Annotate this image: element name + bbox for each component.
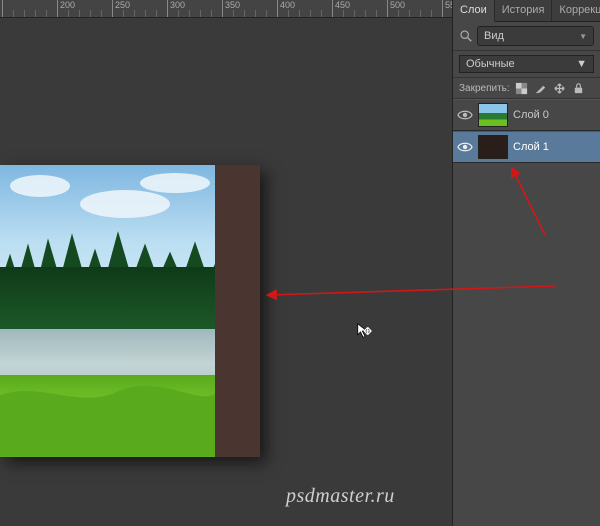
cloud-shape: [10, 175, 70, 197]
layer-row[interactable]: Слой 0: [453, 99, 600, 131]
ruler-subtick: [365, 10, 366, 18]
ruler-tick: 550: [442, 0, 452, 18]
layer-row[interactable]: Слой 1: [453, 131, 600, 163]
ruler-tick: 400: [277, 0, 295, 18]
chevron-down-icon: ▼: [576, 58, 587, 70]
ruler-horizontal: 200250300350400450500550600: [0, 0, 452, 18]
ruler-subtick: [24, 10, 25, 18]
ruler-subtick: [343, 10, 344, 18]
blend-mode-value: Обычные: [466, 58, 515, 70]
ruler-subtick: [134, 10, 135, 18]
ruler-subtick: [310, 10, 311, 18]
ruler-subtick: [68, 10, 69, 18]
ruler-subtick: [266, 10, 267, 18]
blend-mode-row: Обычные ▼: [453, 51, 600, 78]
layer-name: Слой 1: [513, 141, 549, 153]
layer-filter-row: Вид ▼: [453, 22, 600, 51]
tab-layers[interactable]: Слои: [453, 0, 495, 22]
visibility-eye-icon[interactable]: [457, 107, 473, 123]
cloud-shape: [140, 173, 210, 193]
ruler-subtick: [321, 10, 322, 18]
ruler-tick: 350: [222, 0, 240, 18]
ruler-subtick: [178, 10, 179, 18]
lock-transparent-icon[interactable]: [515, 81, 529, 95]
ruler-subtick: [101, 10, 102, 18]
lock-brush-icon[interactable]: [534, 81, 548, 95]
ruler-subtick: [244, 10, 245, 18]
ruler-subtick: [409, 10, 410, 18]
ruler-subtick: [376, 10, 377, 18]
layer-thumbnail[interactable]: [478, 135, 508, 159]
ruler-subtick: [233, 10, 234, 18]
ruler-subtick: [46, 10, 47, 18]
layers-list: Слой 0 Слой 1: [453, 99, 600, 163]
search-icon: [459, 29, 473, 43]
move-cursor-icon: [356, 322, 374, 340]
tab-adjustments[interactable]: Коррекция: [552, 0, 600, 21]
canvas-workspace: 200250300350400450500550600: [0, 0, 452, 526]
layer-filter-dropdown[interactable]: Вид ▼: [477, 26, 594, 46]
layer-thumbnail[interactable]: [478, 103, 508, 127]
visibility-eye-icon[interactable]: [457, 139, 473, 155]
ruler-tick: 300: [167, 0, 185, 18]
lock-label: Закрепить:: [459, 83, 510, 94]
canvas-image-layer[interactable]: [0, 165, 215, 457]
ruler-subtick: [398, 10, 399, 18]
watermark-text: psdmaster.ru: [286, 485, 395, 508]
grass-region: [0, 375, 215, 457]
layer-filter-label: Вид: [484, 30, 504, 42]
ruler-subtick: [431, 10, 432, 18]
ruler-subtick: [156, 10, 157, 18]
lock-move-icon[interactable]: [553, 81, 567, 95]
ruler-subtick: [255, 10, 256, 18]
ruler-subtick: [123, 10, 124, 18]
ruler-subtick: [145, 10, 146, 18]
chevron-down-icon: ▼: [579, 32, 587, 41]
layer-name: Слой 0: [513, 109, 549, 121]
ruler-subtick: [79, 10, 80, 18]
blend-mode-dropdown[interactable]: Обычные ▼: [459, 55, 594, 73]
ruler-tick: 200: [57, 0, 75, 18]
ruler-tick: 500: [387, 0, 405, 18]
cloud-shape: [80, 190, 170, 218]
panel-tabs: Слои История Коррекция: [453, 0, 600, 22]
ruler-subtick: [420, 10, 421, 18]
ruler-subtick: [288, 10, 289, 18]
ruler-subtick: [299, 10, 300, 18]
ruler-subtick: [35, 10, 36, 18]
ruler-subtick: [189, 10, 190, 18]
ruler-tick: 250: [112, 0, 130, 18]
lock-all-icon[interactable]: [572, 81, 586, 95]
ruler-tick: [2, 0, 5, 18]
ruler-tick: 450: [332, 0, 350, 18]
ruler-subtick: [200, 10, 201, 18]
ruler-subtick: [211, 10, 212, 18]
ruler-subtick: [90, 10, 91, 18]
lock-row: Закрепить:: [453, 78, 600, 99]
ruler-subtick: [13, 10, 14, 18]
tab-history[interactable]: История: [495, 0, 553, 21]
layers-panel: Слои История Коррекция Вид ▼ Обычные ▼ З…: [452, 0, 600, 526]
ruler-subtick: [354, 10, 355, 18]
